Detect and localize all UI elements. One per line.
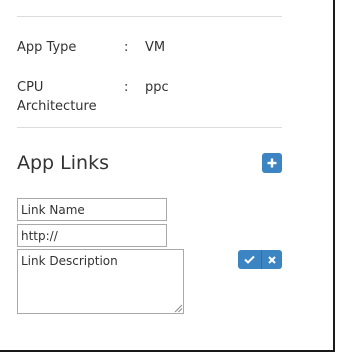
link-description-textarea[interactable]: Link Description [17,249,184,314]
check-icon [244,255,255,264]
cpu-architecture-label: CPU Architecture [17,80,97,114]
add-link-button[interactable] [262,153,282,173]
link-url-input[interactable] [17,224,167,247]
link-action-buttons [238,250,282,269]
app-type-value: VM [145,40,166,55]
cpu-architecture-value: ppc [145,80,169,95]
link-name-input[interactable] [17,198,167,221]
save-link-button[interactable] [238,250,261,269]
close-icon [268,255,276,264]
cpu-architecture-colon: : [124,80,129,95]
app-links-title: App Links [17,152,109,174]
resize-grip-icon[interactable] [174,304,183,313]
middle-divider [17,127,282,128]
cancel-link-button[interactable] [261,250,282,269]
top-divider [17,16,282,17]
app-type-colon: : [124,40,129,55]
app-type-label: App Type [17,40,77,55]
plus-icon [267,158,277,168]
